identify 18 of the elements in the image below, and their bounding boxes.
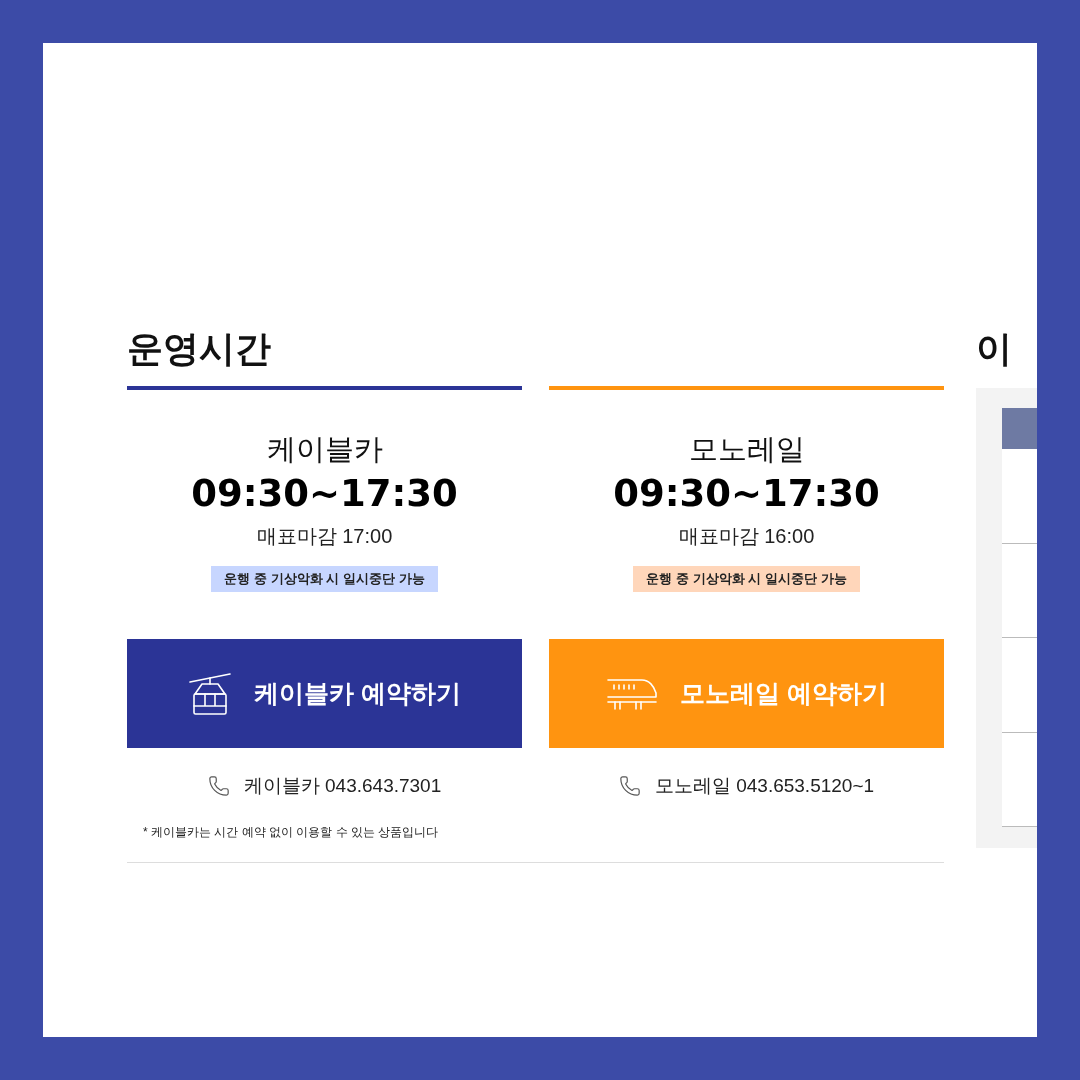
phone-icon [207, 775, 230, 797]
phone-number: 모노레일 043.653.5120~1 [654, 774, 875, 798]
phone-icon [618, 775, 641, 797]
section-heading: 이 [976, 327, 1012, 371]
ticket-close-time: 매표마감 17:00 [256, 524, 393, 549]
weather-notice: 운행 중 기상악화 시 일시중단 가능 [211, 566, 438, 592]
reserve-button[interactable]: 케이블카 예약하기 [127, 639, 522, 748]
weather-notice: 운행 중 기상악화 시 일시중단 가능 [633, 566, 860, 592]
operating-hours: 09:30~17:30 [613, 472, 880, 516]
service-name: 케이블카 [266, 432, 383, 466]
section-heading: 운영시간 [127, 327, 271, 371]
train-icon [606, 676, 658, 711]
ticket-close-time: 매표마감 16:00 [678, 524, 815, 549]
service-name: 모노레일 [688, 432, 805, 466]
phone-number: 케이블카 043.643.7301 [243, 774, 442, 798]
footnote: * 케이블카는 시간 예약 없이 이용할 수 있는 상품입니다 [143, 824, 439, 840]
cable-car-icon [188, 671, 232, 716]
operating-hours: 09:30~17:30 [191, 472, 458, 516]
